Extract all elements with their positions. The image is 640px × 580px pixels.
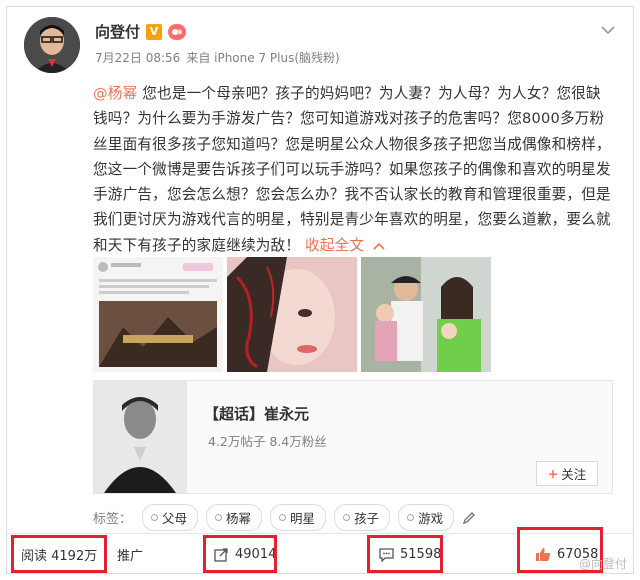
tag-label: 游戏 xyxy=(418,511,444,526)
author-avatar[interactable] xyxy=(24,17,80,73)
plus-icon: + xyxy=(547,466,559,481)
tag-item[interactable]: 游戏 xyxy=(398,504,455,531)
supertopic-card[interactable]: 【超话】崔永元 4.2万帖子 8.4万粉丝 + 关注 xyxy=(93,380,613,494)
tag-label: 孩子 xyxy=(354,511,380,526)
follow-label: 关注 xyxy=(561,467,587,482)
supertopic-stats: 4.2万帖子 8.4万粉丝 xyxy=(208,434,327,449)
highlight-box-repost xyxy=(203,535,277,573)
post-body: 您也是一个母亲吧？孩子的妈妈吧？为人妻？为人母？为人女？您很缺钱吗？为什么要为手… xyxy=(93,85,611,254)
tag-item[interactable]: 孩子 xyxy=(334,504,391,531)
collapse-link[interactable]: 收起全文 xyxy=(305,237,385,254)
post-image-3[interactable] xyxy=(361,257,491,372)
tag-label: 父母 xyxy=(162,511,188,526)
post-date[interactable]: 7月22日 08:56 xyxy=(95,49,180,66)
pencil-icon[interactable] xyxy=(462,511,476,525)
tag-icon xyxy=(279,514,287,521)
post-source: 来自 iPhone 7 Plus(脑残粉) xyxy=(186,51,340,65)
weibo-post-card: 向登付 V 7月22日 08:56 来自 iPhone 7 Plus(脑残粉) … xyxy=(6,6,634,574)
tag-icon xyxy=(343,514,351,521)
tags-row: 标签： 父母 杨幂 明星 孩子 游戏 xyxy=(93,504,476,531)
post-image-2[interactable] xyxy=(227,257,357,372)
post-images xyxy=(93,257,491,372)
watermark: @向登付 xyxy=(578,557,627,571)
vip-badge-icon: V xyxy=(146,23,163,40)
tag-label: 明星 xyxy=(290,511,316,526)
follow-button[interactable]: + 关注 xyxy=(536,461,598,486)
author-name[interactable]: 向登付 xyxy=(95,21,140,42)
mention-link[interactable]: @杨幂 xyxy=(93,85,137,102)
chevron-down-icon[interactable] xyxy=(601,25,615,35)
tag-icon xyxy=(151,514,159,521)
tag-icon xyxy=(407,514,415,521)
tag-item[interactable]: 明星 xyxy=(270,504,327,531)
post-meta: 7月22日 08:56 来自 iPhone 7 Plus(脑残粉) xyxy=(95,49,340,66)
post-image-1[interactable] xyxy=(93,257,223,372)
supertopic-title[interactable]: 【超话】崔永元 xyxy=(204,403,309,424)
highlight-box-comment xyxy=(367,535,443,573)
promote-button[interactable]: 推广 xyxy=(117,535,143,574)
tag-item[interactable]: 父母 xyxy=(142,504,199,531)
chevron-up-icon xyxy=(373,242,385,250)
tags-label: 标签： xyxy=(93,512,133,527)
promote-label: 推广 xyxy=(117,549,144,564)
supertopic-image xyxy=(94,381,187,493)
highlight-box-read xyxy=(11,535,107,573)
tag-icon xyxy=(215,514,223,521)
tag-label: 杨幂 xyxy=(226,511,252,526)
collapse-label: 收起全文 xyxy=(304,236,365,254)
post-text: @杨幂 您也是一个母亲吧？孩子的妈妈吧？为人妻？为人母？为人女？您很缺钱吗？为什… xyxy=(93,81,613,258)
tag-item[interactable]: 杨幂 xyxy=(206,504,263,531)
level-badge-icon xyxy=(168,23,187,40)
